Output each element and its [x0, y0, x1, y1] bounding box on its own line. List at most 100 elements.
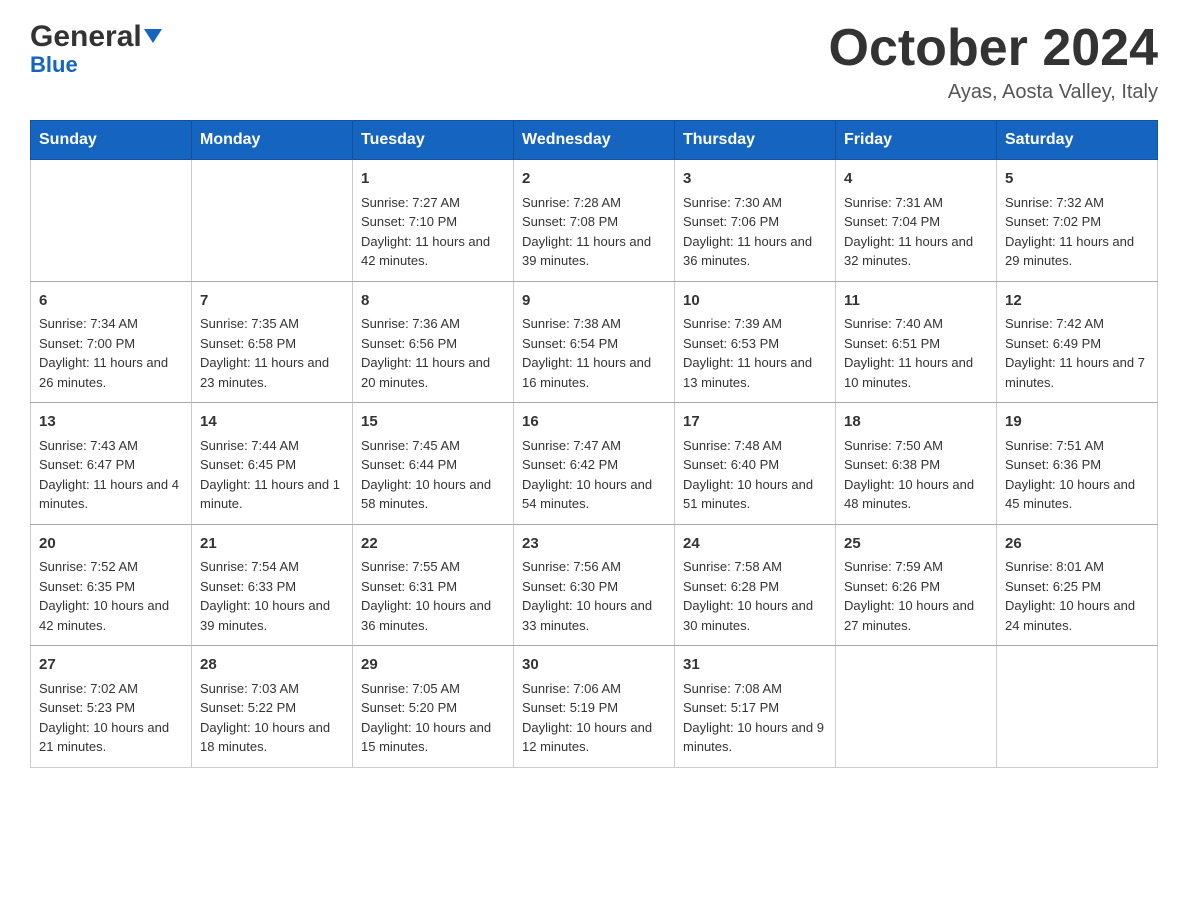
day-info: Sunrise: 7:31 AMSunset: 7:04 PMDaylight:…: [844, 193, 988, 271]
calendar-cell: [31, 160, 192, 282]
day-number: 25: [844, 533, 988, 556]
calendar-cell: 3Sunrise: 7:30 AMSunset: 7:06 PMDaylight…: [675, 160, 836, 282]
day-number: 24: [683, 533, 827, 556]
calendar-cell: 17Sunrise: 7:48 AMSunset: 6:40 PMDayligh…: [675, 403, 836, 525]
calendar-cell: 21Sunrise: 7:54 AMSunset: 6:33 PMDayligh…: [192, 524, 353, 646]
day-number: 7: [200, 290, 344, 313]
day-number: 18: [844, 411, 988, 434]
day-number: 21: [200, 533, 344, 556]
calendar-cell: 11Sunrise: 7:40 AMSunset: 6:51 PMDayligh…: [836, 281, 997, 403]
day-info: Sunrise: 7:45 AMSunset: 6:44 PMDaylight:…: [361, 436, 505, 514]
calendar-cell: 29Sunrise: 7:05 AMSunset: 5:20 PMDayligh…: [353, 646, 514, 768]
calendar-cell: 20Sunrise: 7:52 AMSunset: 6:35 PMDayligh…: [31, 524, 192, 646]
day-info: Sunrise: 7:34 AMSunset: 7:00 PMDaylight:…: [39, 314, 183, 392]
day-number: 29: [361, 654, 505, 677]
calendar-cell: [192, 160, 353, 282]
calendar-cell: 18Sunrise: 7:50 AMSunset: 6:38 PMDayligh…: [836, 403, 997, 525]
day-info: Sunrise: 7:54 AMSunset: 6:33 PMDaylight:…: [200, 557, 344, 635]
logo: General Blue: [30, 20, 162, 78]
day-info: Sunrise: 7:44 AMSunset: 6:45 PMDaylight:…: [200, 436, 344, 514]
calendar-week-1: 1Sunrise: 7:27 AMSunset: 7:10 PMDaylight…: [31, 160, 1158, 282]
calendar-header-wednesday: Wednesday: [514, 121, 675, 160]
calendar-cell: 5Sunrise: 7:32 AMSunset: 7:02 PMDaylight…: [997, 160, 1158, 282]
day-info: Sunrise: 7:27 AMSunset: 7:10 PMDaylight:…: [361, 193, 505, 271]
day-number: 2: [522, 168, 666, 191]
month-year-title: October 2024: [829, 20, 1159, 77]
day-number: 3: [683, 168, 827, 191]
calendar-cell: 9Sunrise: 7:38 AMSunset: 6:54 PMDaylight…: [514, 281, 675, 403]
calendar-week-2: 6Sunrise: 7:34 AMSunset: 7:00 PMDaylight…: [31, 281, 1158, 403]
day-number: 27: [39, 654, 183, 677]
calendar-cell: 14Sunrise: 7:44 AMSunset: 6:45 PMDayligh…: [192, 403, 353, 525]
day-info: Sunrise: 7:50 AMSunset: 6:38 PMDaylight:…: [844, 436, 988, 514]
calendar-header-thursday: Thursday: [675, 121, 836, 160]
calendar-cell: 12Sunrise: 7:42 AMSunset: 6:49 PMDayligh…: [997, 281, 1158, 403]
day-number: 16: [522, 411, 666, 434]
day-info: Sunrise: 7:39 AMSunset: 6:53 PMDaylight:…: [683, 314, 827, 392]
day-info: Sunrise: 7:28 AMSunset: 7:08 PMDaylight:…: [522, 193, 666, 271]
day-number: 14: [200, 411, 344, 434]
day-info: Sunrise: 7:36 AMSunset: 6:56 PMDaylight:…: [361, 314, 505, 392]
day-number: 13: [39, 411, 183, 434]
calendar-cell: 24Sunrise: 7:58 AMSunset: 6:28 PMDayligh…: [675, 524, 836, 646]
day-info: Sunrise: 7:59 AMSunset: 6:26 PMDaylight:…: [844, 557, 988, 635]
calendar-cell: 28Sunrise: 7:03 AMSunset: 5:22 PMDayligh…: [192, 646, 353, 768]
calendar-header-tuesday: Tuesday: [353, 121, 514, 160]
day-number: 28: [200, 654, 344, 677]
title-block: October 2024 Ayas, Aosta Valley, Italy: [829, 20, 1159, 104]
calendar-cell: 27Sunrise: 7:02 AMSunset: 5:23 PMDayligh…: [31, 646, 192, 768]
calendar-cell: [997, 646, 1158, 768]
day-number: 9: [522, 290, 666, 313]
day-info: Sunrise: 7:52 AMSunset: 6:35 PMDaylight:…: [39, 557, 183, 635]
logo-blue-text: Blue: [30, 52, 78, 78]
day-info: Sunrise: 7:48 AMSunset: 6:40 PMDaylight:…: [683, 436, 827, 514]
day-number: 11: [844, 290, 988, 313]
calendar-cell: 10Sunrise: 7:39 AMSunset: 6:53 PMDayligh…: [675, 281, 836, 403]
day-info: Sunrise: 7:35 AMSunset: 6:58 PMDaylight:…: [200, 314, 344, 392]
calendar-week-3: 13Sunrise: 7:43 AMSunset: 6:47 PMDayligh…: [31, 403, 1158, 525]
location-subtitle: Ayas, Aosta Valley, Italy: [829, 81, 1159, 104]
day-info: Sunrise: 7:47 AMSunset: 6:42 PMDaylight:…: [522, 436, 666, 514]
day-number: 17: [683, 411, 827, 434]
calendar-cell: 26Sunrise: 8:01 AMSunset: 6:25 PMDayligh…: [997, 524, 1158, 646]
calendar-header-saturday: Saturday: [997, 121, 1158, 160]
day-info: Sunrise: 7:55 AMSunset: 6:31 PMDaylight:…: [361, 557, 505, 635]
day-number: 19: [1005, 411, 1149, 434]
calendar-cell: 31Sunrise: 7:08 AMSunset: 5:17 PMDayligh…: [675, 646, 836, 768]
day-info: Sunrise: 7:32 AMSunset: 7:02 PMDaylight:…: [1005, 193, 1149, 271]
day-number: 15: [361, 411, 505, 434]
calendar-cell: 15Sunrise: 7:45 AMSunset: 6:44 PMDayligh…: [353, 403, 514, 525]
calendar-header-monday: Monday: [192, 121, 353, 160]
calendar-cell: 30Sunrise: 7:06 AMSunset: 5:19 PMDayligh…: [514, 646, 675, 768]
page-header: General Blue October 2024 Ayas, Aosta Va…: [30, 20, 1158, 104]
calendar-header-sunday: Sunday: [31, 121, 192, 160]
day-number: 5: [1005, 168, 1149, 191]
day-info: Sunrise: 7:38 AMSunset: 6:54 PMDaylight:…: [522, 314, 666, 392]
day-info: Sunrise: 7:06 AMSunset: 5:19 PMDaylight:…: [522, 679, 666, 757]
calendar-cell: 13Sunrise: 7:43 AMSunset: 6:47 PMDayligh…: [31, 403, 192, 525]
calendar-cell: 7Sunrise: 7:35 AMSunset: 6:58 PMDaylight…: [192, 281, 353, 403]
day-number: 6: [39, 290, 183, 313]
day-number: 10: [683, 290, 827, 313]
day-info: Sunrise: 7:05 AMSunset: 5:20 PMDaylight:…: [361, 679, 505, 757]
logo-general-text: General: [30, 20, 142, 54]
day-info: Sunrise: 7:02 AMSunset: 5:23 PMDaylight:…: [39, 679, 183, 757]
calendar-header-friday: Friday: [836, 121, 997, 160]
calendar-header-row: SundayMondayTuesdayWednesdayThursdayFrid…: [31, 121, 1158, 160]
day-info: Sunrise: 7:56 AMSunset: 6:30 PMDaylight:…: [522, 557, 666, 635]
calendar-table: SundayMondayTuesdayWednesdayThursdayFrid…: [30, 120, 1158, 768]
calendar-cell: 16Sunrise: 7:47 AMSunset: 6:42 PMDayligh…: [514, 403, 675, 525]
day-info: Sunrise: 7:42 AMSunset: 6:49 PMDaylight:…: [1005, 314, 1149, 392]
calendar-cell: 4Sunrise: 7:31 AMSunset: 7:04 PMDaylight…: [836, 160, 997, 282]
calendar-cell: [836, 646, 997, 768]
day-info: Sunrise: 7:08 AMSunset: 5:17 PMDaylight:…: [683, 679, 827, 757]
day-info: Sunrise: 7:30 AMSunset: 7:06 PMDaylight:…: [683, 193, 827, 271]
calendar-week-4: 20Sunrise: 7:52 AMSunset: 6:35 PMDayligh…: [31, 524, 1158, 646]
calendar-cell: 2Sunrise: 7:28 AMSunset: 7:08 PMDaylight…: [514, 160, 675, 282]
day-number: 31: [683, 654, 827, 677]
calendar-cell: 25Sunrise: 7:59 AMSunset: 6:26 PMDayligh…: [836, 524, 997, 646]
day-info: Sunrise: 8:01 AMSunset: 6:25 PMDaylight:…: [1005, 557, 1149, 635]
day-number: 23: [522, 533, 666, 556]
day-info: Sunrise: 7:40 AMSunset: 6:51 PMDaylight:…: [844, 314, 988, 392]
day-number: 20: [39, 533, 183, 556]
